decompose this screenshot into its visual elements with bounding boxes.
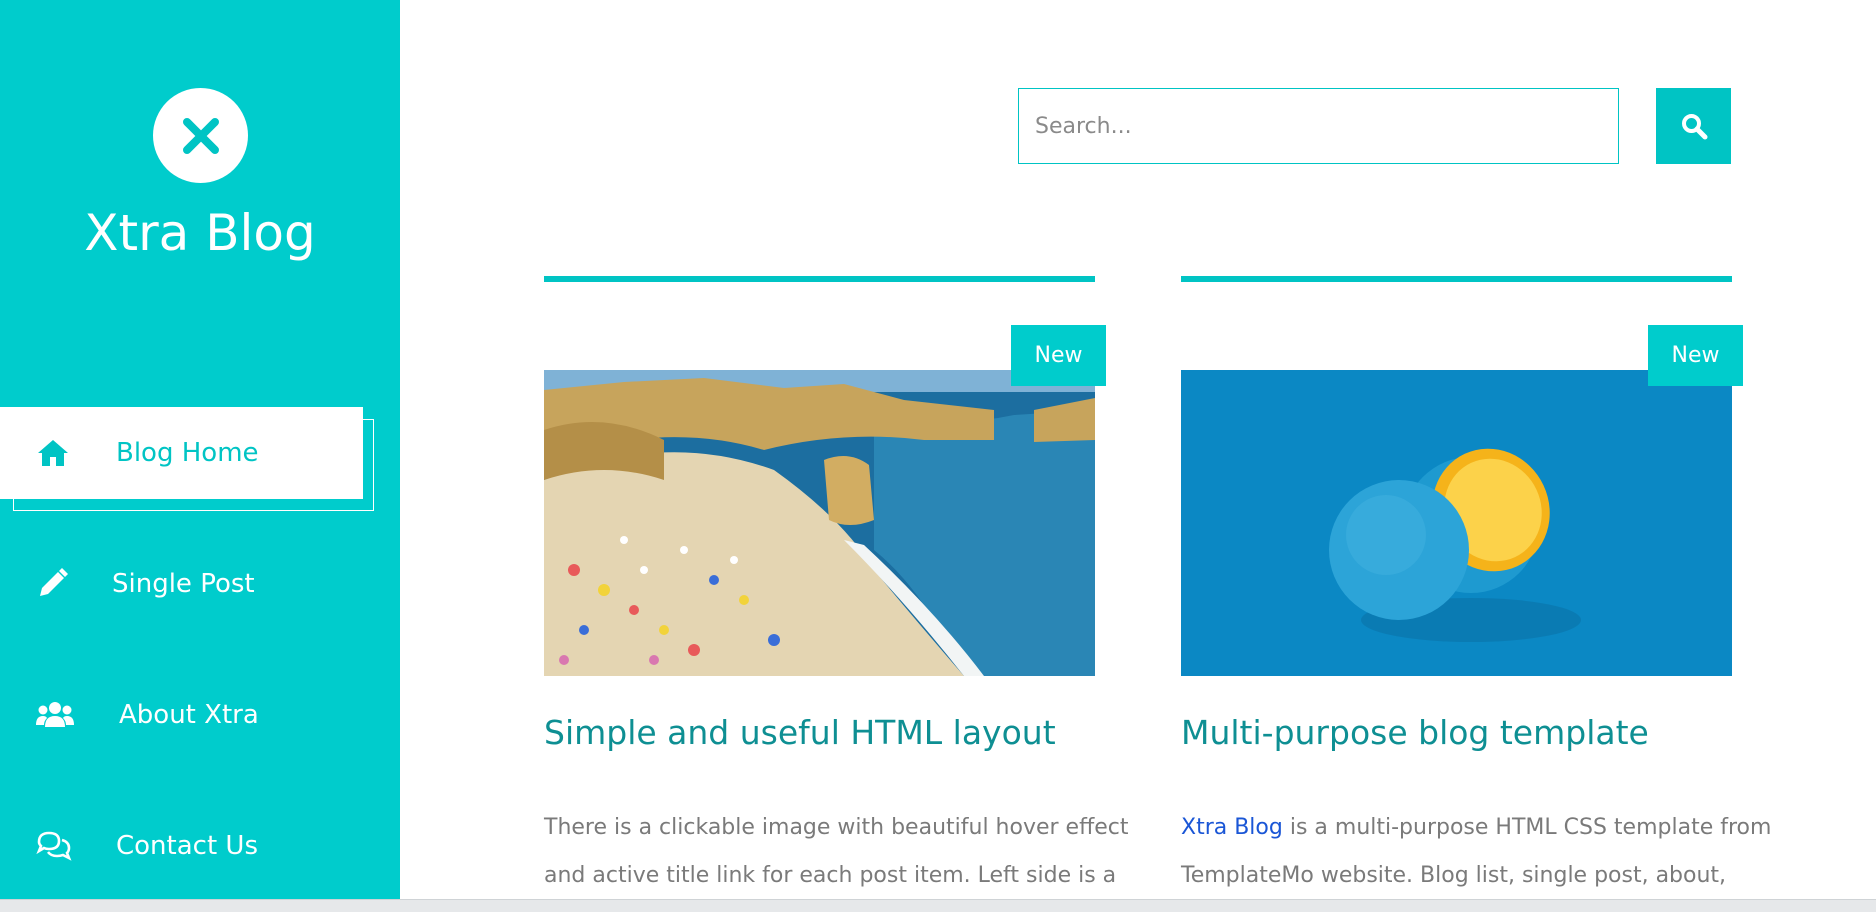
new-badge: New [1648,325,1743,386]
post-excerpt-line: Xtra Blog is a multi-purpose HTML CSS te… [1181,804,1781,852]
post-excerpt-text: is a multi-purpose HTML CSS template fro… [1282,815,1772,840]
search-input[interactable] [1018,88,1619,164]
search-icon [1681,114,1707,140]
nav-item-contact-us[interactable]: Contact Us [0,800,400,892]
browser-taskbar-edge [0,899,1876,912]
post-excerpt: Xtra Blog is a multi-purpose HTML CSS te… [1181,804,1781,900]
post-top-bar [1181,276,1732,282]
post-excerpt: There is a clickable image with beautifu… [544,804,1144,900]
search-button[interactable] [1656,88,1731,164]
logo[interactable] [153,88,248,183]
nav-label-about-xtra: About Xtra [119,700,259,730]
post-excerpt-line: There is a clickable image with beautifu… [544,815,1129,840]
post-image-beach[interactable] [544,370,1095,676]
home-icon [36,437,70,469]
post-image-orange[interactable] [1181,370,1732,676]
brand-title: Xtra Blog [84,204,316,262]
comments-icon [36,830,72,862]
xtra-blog-link[interactable]: Xtra Blog [1181,815,1283,840]
nav-item-blog-home[interactable]: Blog Home [0,407,400,511]
post-title[interactable]: Simple and useful HTML layout [544,712,1164,754]
pencil-icon [36,568,70,600]
post-title[interactable]: Multi-purpose blog template [1181,712,1801,754]
x-icon [182,117,219,154]
nav-item-about-xtra[interactable]: About Xtra [0,669,400,761]
sidebar: Xtra Blog Blog Home Single Post About Xt… [0,0,400,899]
nav-label-blog-home: Blog Home [116,438,259,468]
nav-label-single-post: Single Post [112,569,255,599]
users-icon [36,699,74,731]
nav-item-single-post[interactable]: Single Post [0,538,400,630]
nav-label-contact-us: Contact Us [116,831,258,861]
post-excerpt-line: TemplateMo website. Blog list, single po… [1181,863,1727,888]
post-excerpt-line: and active title link for each post item… [544,863,1117,888]
post-top-bar [544,276,1095,282]
new-badge: New [1011,325,1106,386]
